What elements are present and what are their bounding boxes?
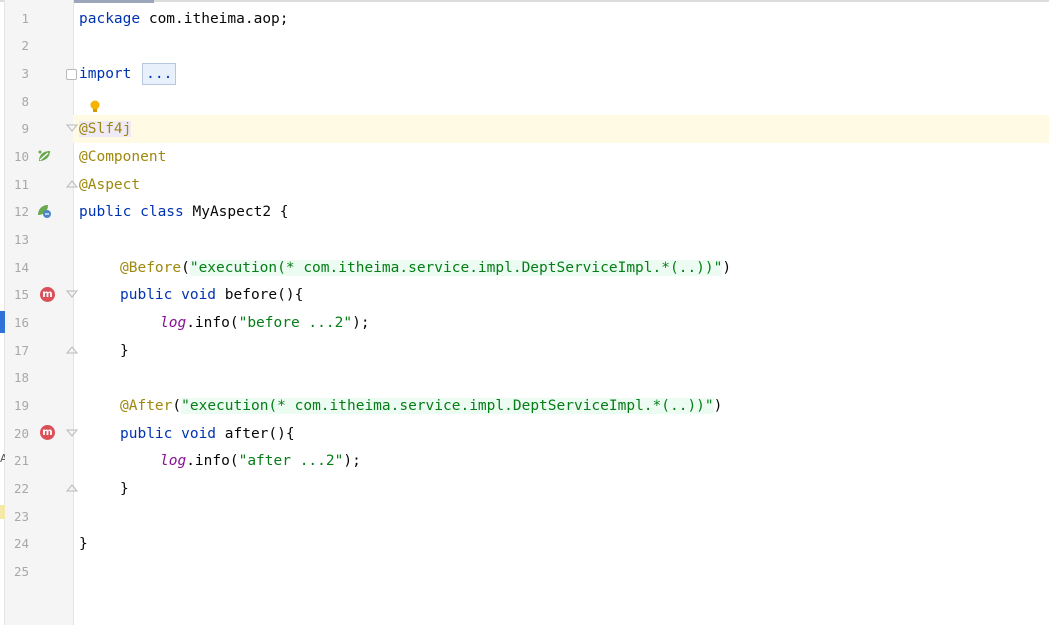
line-number: 23 [13, 509, 29, 524]
class-declaration: public class MyAspect2 { [79, 204, 289, 220]
log-field: log [160, 315, 187, 331]
code-line[interactable]: @Slf4j [0, 115, 1049, 143]
folded-imports[interactable]: ... [142, 63, 177, 85]
code-line[interactable]: log.info("before ...2"); [0, 309, 1049, 337]
line-number: 2 [21, 38, 29, 53]
package-text: com.itheima.aop; [148, 11, 289, 27]
code-line[interactable]: @After("execution(* com.itheima.service.… [0, 392, 1049, 420]
annotation-slf4j: @Slf4j [79, 121, 132, 137]
statement-end: ); [343, 453, 361, 469]
code-line[interactable]: } [0, 475, 1049, 503]
class-closing-brace: } [79, 536, 88, 552]
code-line[interactable]: @Before("execution(* com.itheima.service… [0, 254, 1049, 282]
annotation-after: @After [120, 398, 173, 414]
code-line[interactable]: log.info("after ...2"); [0, 447, 1049, 475]
annotation-component: @Component [79, 149, 167, 165]
import-keyword: import [79, 66, 132, 82]
active-tab-indicator [70, 0, 154, 3]
line-number: 25 [13, 564, 29, 579]
code-line[interactable]: } [0, 337, 1049, 365]
code-line[interactable]: package com.itheima.aop; [0, 5, 1049, 33]
line-number: 18 [13, 370, 29, 385]
code-line[interactable]: public class MyAspect2 { [0, 198, 1049, 226]
code-editor[interactable]: A 1 2 3 8 9 10 11 12 13 14 15 16 17 18 1… [0, 0, 1049, 625]
line-number: 8 [21, 94, 29, 109]
method-after-declaration: public void after(){ [120, 426, 295, 442]
code-line[interactable]: import ... [0, 60, 1049, 88]
code-text: package com.itheima.aop; [79, 11, 289, 27]
code-line[interactable]: public void after(){ [0, 420, 1049, 448]
closing-brace: } [120, 343, 129, 359]
method-call: .info( [186, 315, 239, 331]
code-text: @Slf4j [79, 115, 132, 143]
paren: ) [713, 398, 723, 414]
annotation-before: @Before [120, 260, 182, 276]
closing-brace: } [120, 481, 129, 497]
code-line[interactable]: } [0, 530, 1049, 558]
before-annotation-line: @Before("execution(* com.itheima.service… [120, 260, 732, 276]
log-string: "after ...2" [238, 453, 344, 469]
pointcut-string: "execution(* com.itheima.service.impl.De… [181, 398, 714, 414]
editor-tab-strip [0, 0, 1049, 3]
log-string: "before ...2" [238, 315, 353, 331]
pointcut-string: "execution(* com.itheima.service.impl.De… [189, 260, 723, 276]
line-number: 13 [13, 232, 29, 247]
statement-end: ); [352, 315, 370, 331]
after-annotation-line: @After("execution(* com.itheima.service.… [120, 398, 723, 414]
method-call: .info( [186, 453, 239, 469]
code-line[interactable]: @Component [0, 143, 1049, 171]
code-line[interactable]: public void before(){ [0, 281, 1049, 309]
lightbulb-icon[interactable] [87, 99, 103, 115]
code-line[interactable]: @Aspect [0, 171, 1049, 199]
paren: ) [722, 260, 732, 276]
log-call-line: log.info("before ...2"); [160, 309, 370, 337]
annotation-aspect: @Aspect [79, 177, 141, 193]
method-before-declaration: public void before(){ [120, 287, 304, 303]
code-text: import ... [79, 60, 177, 88]
log-field: log [160, 453, 187, 469]
log-call-line: log.info("after ...2"); [160, 447, 361, 475]
